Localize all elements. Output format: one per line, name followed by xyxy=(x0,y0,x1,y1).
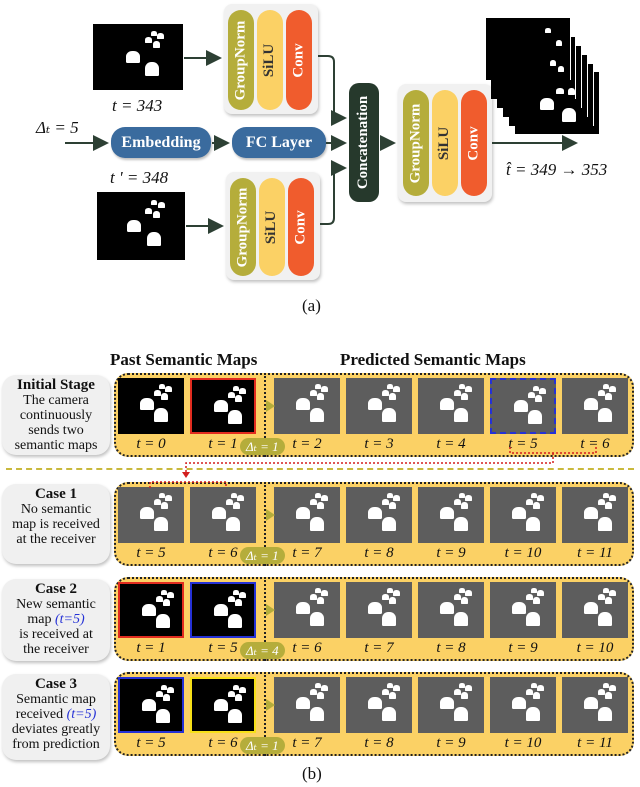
caption-b: (b) xyxy=(302,764,322,783)
feedback-connector xyxy=(149,447,597,488)
